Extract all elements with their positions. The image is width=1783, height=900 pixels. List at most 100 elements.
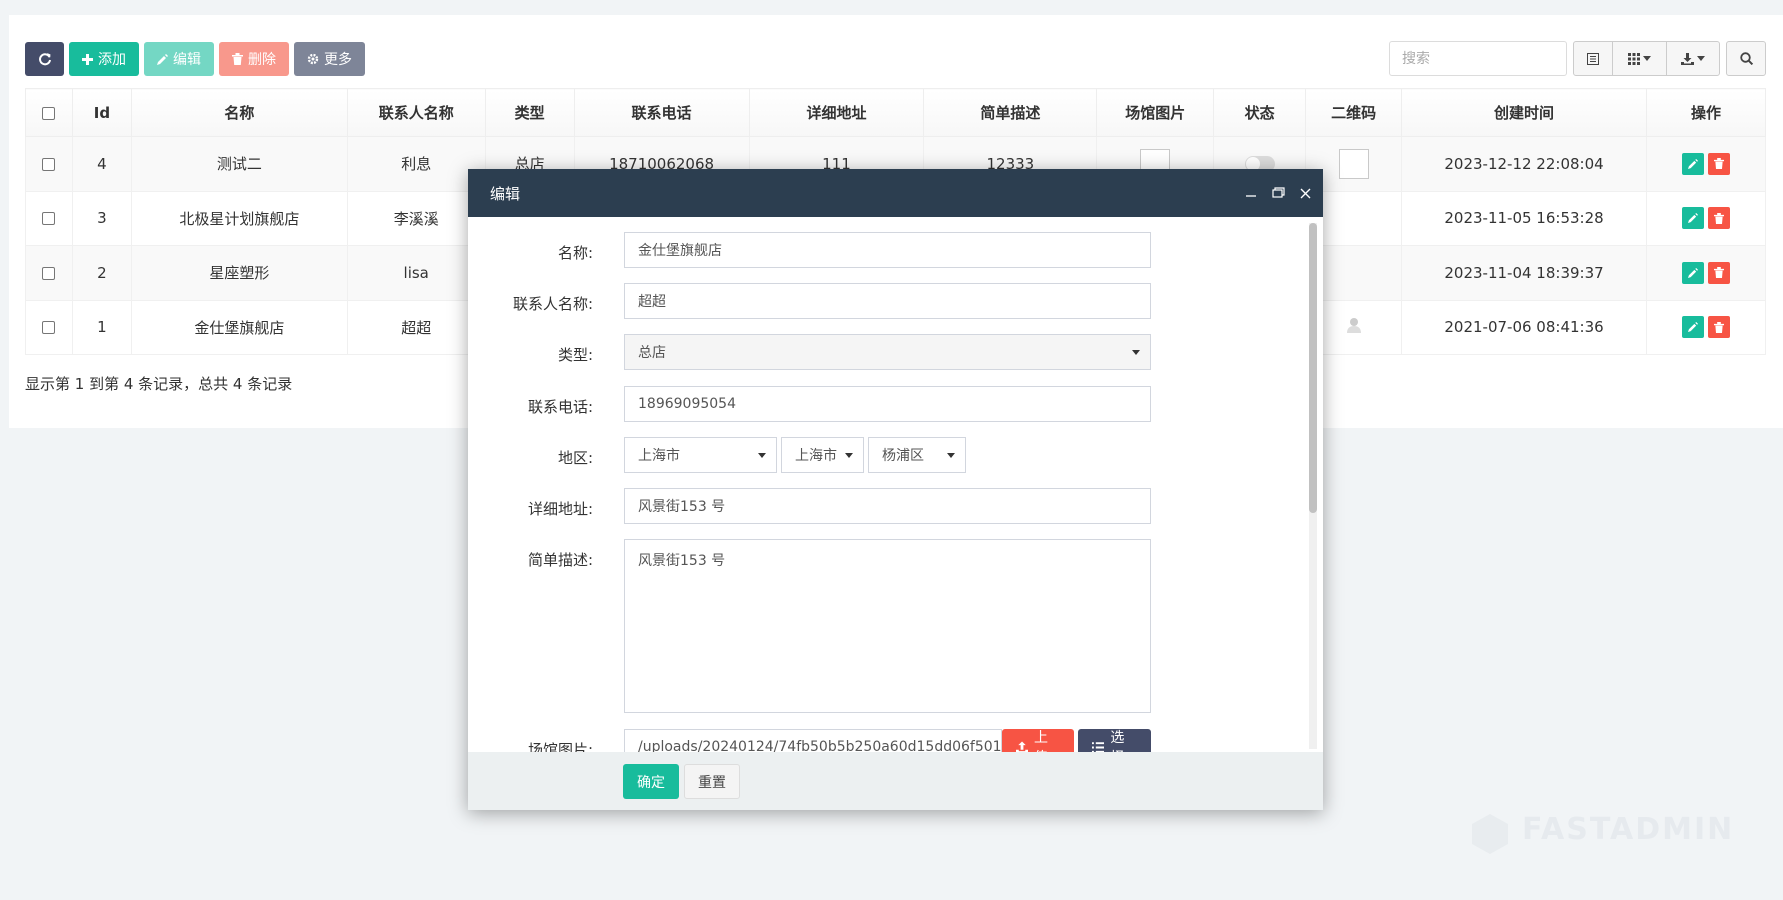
- column-header[interactable]: 详细地址: [748, 88, 925, 137]
- list-view-icon: [1587, 52, 1599, 65]
- phone-label: 联系电话:: [527, 398, 593, 416]
- row-checkbox[interactable]: [42, 266, 56, 280]
- row-delete-button[interactable]: [1707, 316, 1730, 339]
- row-select-cell[interactable]: [25, 136, 73, 192]
- row-edit-button[interactable]: [1681, 207, 1704, 230]
- columns-button[interactable]: [1612, 41, 1667, 76]
- choose-button[interactable]: 选择: [1078, 729, 1151, 752]
- cell-name: 金仕堡旗舰店: [130, 299, 348, 355]
- caret-down-icon: [947, 453, 955, 458]
- address-field[interactable]: 风景街153 号: [624, 488, 1151, 524]
- cell-name: 测试二: [130, 136, 348, 192]
- caret-down-icon: [758, 453, 766, 458]
- desc-label: 简单描述:: [527, 551, 593, 569]
- cell-created: 2023-11-05 16:53:28: [1401, 190, 1647, 246]
- district-select[interactable]: 杨浦区: [868, 437, 966, 473]
- row-select-cell[interactable]: [25, 190, 73, 246]
- column-header[interactable]: 状态: [1213, 88, 1307, 137]
- column-header[interactable]: 联系人名称: [346, 88, 486, 137]
- pencil-icon: [1687, 213, 1698, 224]
- city-select[interactable]: 上海市: [781, 437, 864, 473]
- add-button[interactable]: 添加: [69, 42, 139, 76]
- close-icon[interactable]: [1300, 188, 1311, 199]
- type-select[interactable]: 总店: [624, 334, 1151, 370]
- column-header[interactable]: 二维码: [1305, 88, 1403, 137]
- row-select-cell[interactable]: [25, 245, 73, 301]
- image-label: 场馆图片:: [527, 741, 593, 752]
- row-edit-button[interactable]: [1681, 316, 1704, 339]
- trash-icon: [232, 53, 243, 65]
- minimize-icon[interactable]: [1245, 187, 1257, 199]
- select-all-cell[interactable]: [25, 88, 73, 137]
- trash-icon: [1713, 321, 1724, 333]
- column-header[interactable]: 联系电话: [573, 88, 750, 137]
- caret-down-icon: [1697, 56, 1705, 61]
- qrcode-image[interactable]: [1338, 148, 1369, 179]
- row-select-cell[interactable]: [25, 299, 73, 355]
- row-delete-button[interactable]: [1707, 152, 1730, 175]
- upload-icon: [1016, 741, 1029, 752]
- add-button-label: 添加: [98, 52, 126, 68]
- pencil-icon: [1687, 322, 1698, 333]
- desc-textarea[interactable]: 风景街153 号: [624, 539, 1151, 713]
- search-input[interactable]: [1389, 41, 1567, 76]
- contact-label: 联系人名称:: [512, 295, 593, 313]
- phone-field[interactable]: 18969095054: [624, 386, 1151, 422]
- pencil-icon: [157, 53, 168, 65]
- cell-actions: [1645, 190, 1767, 246]
- column-header[interactable]: 场馆图片: [1096, 88, 1215, 137]
- dialog-controls: [1245, 169, 1311, 217]
- row-delete-button[interactable]: [1707, 207, 1730, 230]
- name-field[interactable]: 金仕堡旗舰店: [624, 232, 1151, 268]
- reset-button[interactable]: 重置: [684, 764, 740, 799]
- column-header[interactable]: 名称: [130, 88, 348, 137]
- delete-button[interactable]: 删除: [219, 42, 289, 76]
- column-header[interactable]: 类型: [484, 88, 575, 137]
- column-header[interactable]: Id: [71, 88, 132, 137]
- row-delete-button[interactable]: [1707, 261, 1730, 284]
- qrcode-thumbnail-icon[interactable]: [1346, 317, 1361, 334]
- refresh-button[interactable]: [25, 42, 64, 76]
- refresh-icon: [38, 53, 51, 66]
- cell-id: 3: [71, 190, 132, 246]
- common-search-button[interactable]: [1726, 41, 1766, 76]
- image-path-field[interactable]: /uploads/20240124/74fb50b5b250a60d15dd06…: [624, 729, 1002, 752]
- export-button[interactable]: [1666, 41, 1720, 76]
- edit-button[interactable]: 编辑: [144, 42, 214, 76]
- list-icon: [1092, 741, 1105, 752]
- province-select[interactable]: 上海市: [624, 437, 777, 473]
- grid-icon: [1628, 52, 1640, 65]
- contact-field[interactable]: 超超: [624, 283, 1151, 319]
- dialog-header: 编辑: [468, 169, 1323, 217]
- dialog-body: 名称: 金仕堡旗舰店 联系人名称: 超超 类型: 总店 联系电话: 189690…: [468, 217, 1308, 752]
- cell-actions: [1645, 245, 1767, 301]
- pagination-info: 显示第 1 到第 4 条记录，总共 4 条记录: [25, 375, 293, 393]
- row-checkbox[interactable]: [42, 212, 56, 226]
- row-edit-button[interactable]: [1681, 152, 1704, 175]
- trash-icon: [1713, 212, 1724, 224]
- scrollbar-thumb[interactable]: [1309, 223, 1317, 513]
- cell-contact: lisa: [346, 245, 486, 301]
- row-edit-button[interactable]: [1681, 261, 1704, 284]
- cell-actions: [1645, 299, 1767, 355]
- plus-icon: [82, 53, 93, 65]
- row-checkbox[interactable]: [42, 321, 56, 335]
- column-header[interactable]: 简单描述: [923, 88, 1098, 137]
- cell-created: 2023-11-04 18:39:37: [1401, 245, 1647, 301]
- dialog-scrollbar[interactable]: [1309, 223, 1317, 749]
- maximize-icon[interactable]: [1272, 187, 1285, 199]
- caret-down-icon: [845, 453, 853, 458]
- upload-button[interactable]: 上传: [1002, 729, 1074, 752]
- cell-created: 2021-07-06 08:41:36: [1401, 299, 1647, 355]
- column-header[interactable]: 创建时间: [1401, 88, 1647, 137]
- view-tools: [1573, 41, 1720, 76]
- province-value: 上海市: [638, 448, 680, 464]
- confirm-button[interactable]: 确定: [623, 764, 679, 799]
- toggle-view-button[interactable]: [1573, 41, 1613, 76]
- select-all-checkbox[interactable]: [42, 106, 56, 120]
- row-checkbox[interactable]: [42, 157, 56, 171]
- delete-button-label: 删除: [248, 52, 276, 68]
- edit-button-label: 编辑: [173, 52, 201, 68]
- trash-icon: [1713, 267, 1724, 279]
- more-button[interactable]: 更多: [294, 42, 365, 76]
